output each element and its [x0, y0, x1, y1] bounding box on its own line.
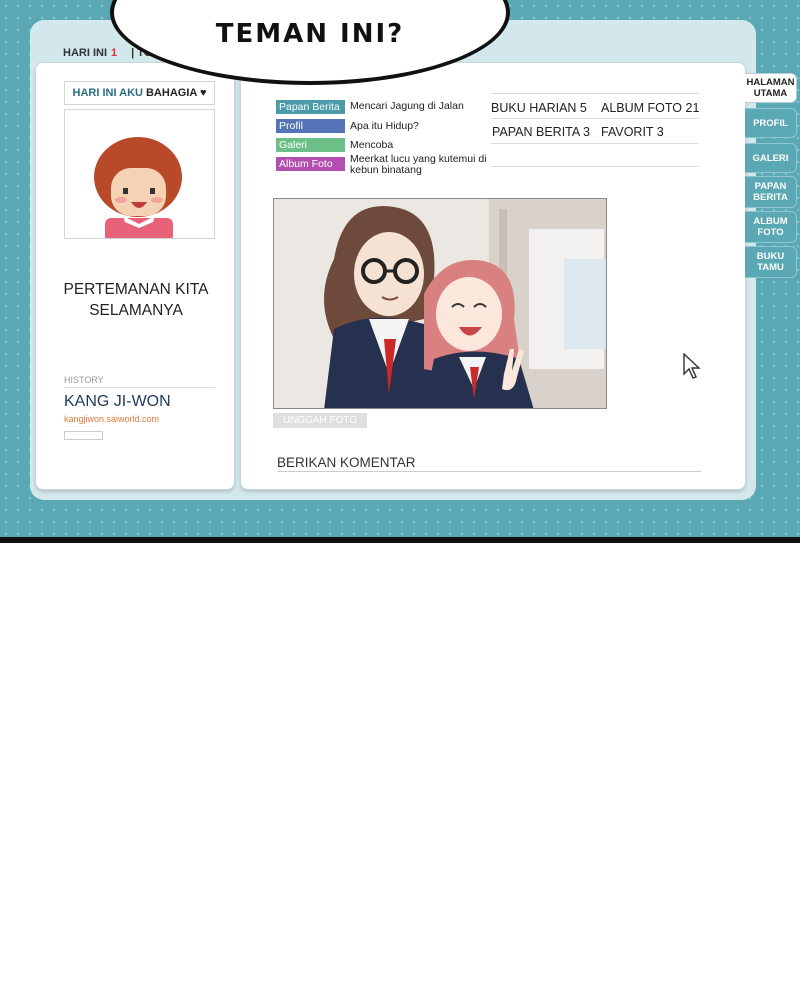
divider	[491, 118, 699, 119]
tab-label: PAPAN	[754, 181, 787, 192]
tab-label: TAMU	[757, 262, 784, 273]
profile-sidebar: HARI INI AKU BAHAGIA ♥ PERTEMANAN KITA S…	[35, 62, 235, 490]
lower-blank-area	[0, 543, 800, 1000]
avatar[interactable]	[64, 109, 215, 239]
stat-diary[interactable]: BUKU HARIAN 5	[491, 101, 587, 115]
speech-text: TEMAN INI?	[215, 19, 405, 49]
tab-label: PROFIL	[753, 117, 788, 129]
tab-home[interactable]: HALAMAN UTAMA	[745, 73, 797, 103]
tab-label: BUKU	[756, 251, 785, 262]
tab-label: UTAMA	[753, 88, 788, 99]
news-text[interactable]: Apa itu Hidup?	[350, 120, 419, 132]
homepage-title: PERTEMANAN KITA SELAMANYA	[36, 279, 236, 321]
news-tag: Papan Berita	[276, 100, 345, 114]
main-photo	[273, 198, 607, 409]
news-item[interactable]: Galeri	[276, 138, 345, 152]
mouse-cursor-icon	[683, 352, 703, 386]
stat-board[interactable]: PAPAN BERITA 3	[492, 125, 590, 139]
history-label: HISTORY	[64, 375, 215, 388]
history-dropdown[interactable]	[64, 431, 103, 440]
stat-album[interactable]: ALBUM FOTO 21	[601, 101, 699, 115]
tab-board[interactable]: PAPAN BERITA	[745, 176, 797, 208]
news-tag: Album Foto	[276, 157, 345, 171]
tab-gallery[interactable]: GALERI	[745, 143, 797, 173]
owner-name: KANG JI-WON	[64, 393, 171, 410]
news-tag: Profil	[276, 119, 345, 133]
divider	[491, 166, 699, 167]
tab-photo-album[interactable]: ALBUM FOTO	[745, 211, 797, 243]
mood-label: HARI INI AKU	[72, 87, 143, 99]
upload-photo-button[interactable]: UNGGAH FOTO	[273, 413, 367, 428]
news-item[interactable]: Papan Berita	[276, 100, 345, 114]
tab-profile[interactable]: PROFIL	[745, 108, 797, 138]
divider	[491, 93, 699, 94]
tab-label: ALBUM	[753, 216, 788, 227]
tab-label: HALAMAN	[746, 77, 795, 88]
mood-box: HARI INI AKU BAHAGIA ♥	[64, 81, 215, 105]
main-content-panel: Papan Berita Mencari Jagung di Jalan Pro…	[240, 62, 746, 490]
comment-label: BERIKAN KOMENTAR	[277, 455, 416, 470]
tab-label: GALERI	[752, 152, 789, 164]
mood-value: BAHAGIA ♥	[145, 87, 207, 99]
title-line-2: SELAMANYA	[89, 302, 183, 319]
tab-guestbook[interactable]: BUKU TAMU	[745, 246, 797, 278]
divider	[491, 143, 699, 144]
owner-url-link[interactable]: kangjiwon.saiworld.com	[64, 414, 159, 424]
tab-label: FOTO	[757, 227, 784, 238]
today-label: HARI INI	[63, 47, 107, 59]
tab-label: BERITA	[753, 192, 788, 203]
title-line-1: PERTEMANAN KITA	[63, 281, 209, 298]
news-text[interactable]: Meerkat lucu yang kutemui di kebun binat…	[350, 154, 490, 176]
news-text[interactable]: Mencari Jagung di Jalan	[350, 100, 464, 112]
stat-fav[interactable]: FAVORIT 3	[601, 125, 664, 139]
news-text[interactable]: Mencoba	[350, 139, 393, 151]
news-item[interactable]: Profil	[276, 119, 345, 133]
comment-input[interactable]	[277, 471, 701, 472]
news-item[interactable]: Album Foto	[276, 157, 345, 171]
news-tag: Galeri	[276, 138, 345, 152]
